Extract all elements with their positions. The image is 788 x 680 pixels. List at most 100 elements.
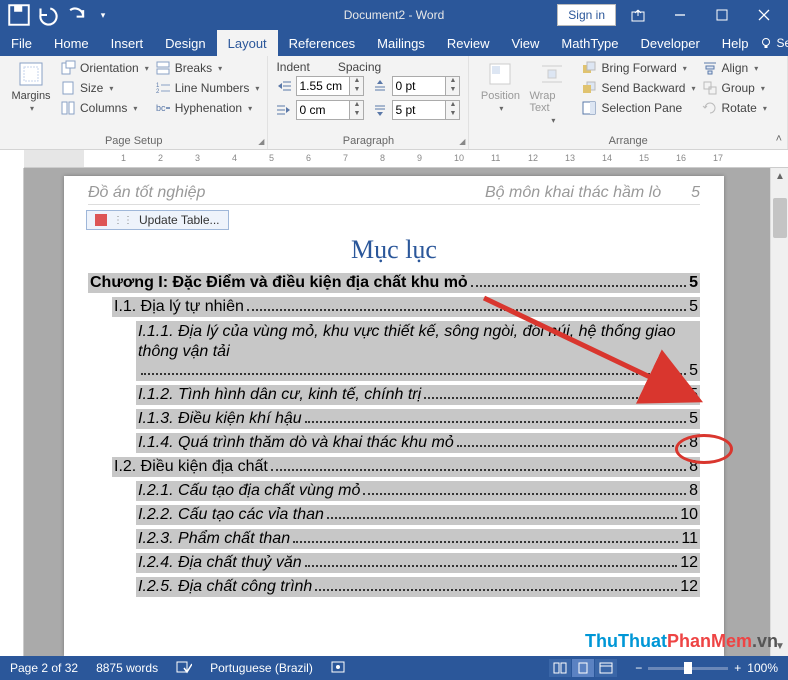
minimize-button[interactable] <box>660 1 700 29</box>
columns-button[interactable]: Columns▾ <box>60 100 149 116</box>
undo-button[interactable] <box>34 2 60 28</box>
redo-button[interactable] <box>62 2 88 28</box>
web-layout-button[interactable] <box>595 659 617 677</box>
spacing-before-icon <box>372 78 388 94</box>
tab-view[interactable]: View <box>500 30 550 56</box>
table-of-contents[interactable]: Chương I: Đặc Điểm và điều kiện địa chất… <box>88 273 700 597</box>
save-button[interactable] <box>6 2 32 28</box>
tab-review[interactable]: Review <box>436 30 501 56</box>
group-label-page-setup: Page Setup <box>8 133 259 147</box>
redo-icon <box>62 2 88 28</box>
spacing-label: Spacing <box>338 60 381 74</box>
tab-developer[interactable]: Developer <box>630 30 711 56</box>
tab-insert[interactable]: Insert <box>100 30 155 56</box>
toc-entry-page: 5 <box>689 274 698 292</box>
tab-mathtype[interactable]: MathType <box>550 30 629 56</box>
orientation-button[interactable]: Orientation▾ <box>60 60 149 76</box>
indent-left-icon <box>276 78 292 94</box>
toc-entry-page: 5 <box>689 410 698 428</box>
header-left: Đồ án tốt nghiệp <box>88 184 205 202</box>
toc-entry[interactable]: Chương I: Đặc Điểm và điều kiện địa chất… <box>88 273 700 293</box>
tab-help[interactable]: Help <box>711 30 760 56</box>
toc-leader <box>315 589 677 591</box>
toc-entry[interactable]: I.1.1. Địa lý của vùng mỏ, khu vực thiết… <box>136 321 700 381</box>
maximize-button[interactable] <box>702 1 742 29</box>
margins-button[interactable]: Margins▾ <box>8 60 54 113</box>
toc-entry-page: 11 <box>681 530 698 548</box>
spacing-before-input[interactable]: ▲▼ <box>392 76 460 96</box>
tab-home[interactable]: Home <box>43 30 100 56</box>
maximize-icon <box>716 9 728 21</box>
tab-references[interactable]: References <box>278 30 366 56</box>
tab-file[interactable]: File <box>0 30 43 56</box>
toc-entry[interactable]: I.2.2. Cấu tạo các vỉa than10 <box>136 505 700 525</box>
size-button[interactable]: Size▾ <box>60 80 149 96</box>
toc-leader <box>247 309 686 311</box>
zoom-level[interactable]: 100% <box>747 661 778 675</box>
toc-entry-text: I.1.3. Điều kiện khí hậu <box>138 410 302 428</box>
status-language[interactable]: Portuguese (Brazil) <box>210 661 313 675</box>
undo-icon <box>34 2 60 28</box>
toc-entry-text: Chương I: Đặc Điểm và điều kiện địa chất… <box>90 274 468 292</box>
quick-access-toolbar: ▾ <box>0 2 116 28</box>
indent-right-icon <box>276 102 292 118</box>
toc-entry[interactable]: I.2.3. Phẩm chất than11 <box>136 529 700 549</box>
ribbon-display-options[interactable] <box>618 1 658 29</box>
toc-entry-page: 8 <box>689 458 698 476</box>
line-numbers-button[interactable]: 12 Line Numbers▾ <box>155 80 260 96</box>
ruler-vertical[interactable] <box>0 168 24 656</box>
bring-forward-button: Bring Forward▾ <box>581 60 695 76</box>
toc-entry[interactable]: I.2.1. Cấu tạo địa chất vùng mỏ8 <box>136 481 700 501</box>
qat-customize[interactable]: ▾ <box>90 2 116 28</box>
zoom-in-button[interactable]: + <box>734 661 741 675</box>
svg-text:2: 2 <box>156 89 160 95</box>
toc-entry[interactable]: I.2. Điều kiện địa chất8 <box>112 457 700 477</box>
wrap-text-button: Wrap Text▾ <box>529 60 575 125</box>
align-button[interactable]: Align▾ <box>702 60 767 76</box>
box-up-icon <box>631 8 645 22</box>
bring-forward-icon <box>581 60 597 76</box>
toc-leader <box>141 373 686 375</box>
toc-entry[interactable]: I.1.4. Quá trình thăm dò và khai thác kh… <box>136 433 700 453</box>
toc-entry[interactable]: I.1.3. Điều kiện khí hậu 5 <box>136 409 700 429</box>
toc-entry[interactable]: I.2.4. Địa chất thuỷ văn12 <box>136 553 700 573</box>
titlebar: ▾ Document2 - Word Sign in <box>0 0 788 30</box>
status-page[interactable]: Page 2 of 32 <box>10 661 78 675</box>
zoom-out-button[interactable]: − <box>635 661 642 675</box>
status-macro-icon[interactable] <box>331 660 345 677</box>
page-setup-launcher[interactable]: ◢ <box>258 137 264 146</box>
read-mode-button[interactable] <box>549 659 571 677</box>
signin-button[interactable]: Sign in <box>557 4 616 26</box>
toc-entry-page: 5 <box>689 362 698 380</box>
group-paragraph: Indent Spacing ▲▼ ▲▼ <box>268 56 469 149</box>
zoom-slider[interactable] <box>648 667 728 670</box>
paragraph-launcher[interactable]: ◢ <box>459 137 465 146</box>
spacing-after-input[interactable]: ▲▼ <box>392 100 460 120</box>
toc-entry[interactable]: I.1.2. Tình hình dân cư, kinh tế, chính … <box>136 385 700 405</box>
breaks-button[interactable]: Breaks▾ <box>155 60 260 76</box>
print-layout-button[interactable] <box>572 659 594 677</box>
page-viewport[interactable]: Đồ án tốt nghiệp Bộ môn khai thác hầm lò… <box>24 168 770 656</box>
update-table-button[interactable]: ⋮⋮ Update Table... <box>86 210 229 230</box>
ruler-horizontal[interactable]: 1234567891011121314151617 <box>24 150 788 168</box>
toc-entry[interactable]: I.2.5. Địa chất công trình12 <box>136 577 700 597</box>
tab-mailings[interactable]: Mailings <box>366 30 436 56</box>
collapse-ribbon-button[interactable]: ˄ <box>776 133 782 145</box>
indent-right-input[interactable]: ▲▼ <box>296 100 364 120</box>
status-words[interactable]: 8875 words <box>96 661 158 675</box>
tab-design[interactable]: Design <box>154 30 216 56</box>
toc-entry[interactable]: I.1. Địa lý tự nhiên5 <box>112 297 700 317</box>
status-spellcheck-icon[interactable] <box>176 660 192 677</box>
hyphenation-button[interactable]: bc Hyphenation▾ <box>155 100 260 116</box>
scroll-up-button[interactable]: ▲ <box>771 168 788 186</box>
vertical-scrollbar[interactable]: ▲ ▼ <box>770 168 788 656</box>
save-icon <box>6 2 32 28</box>
selection-pane-button[interactable]: Selection Pane <box>581 100 695 116</box>
scroll-thumb[interactable] <box>773 198 787 238</box>
toc-entry-page: 12 <box>680 554 698 572</box>
indent-left-input[interactable]: ▲▼ <box>296 76 364 96</box>
tab-layout[interactable]: Layout <box>217 30 278 56</box>
zoom-control[interactable]: − + 100% <box>635 661 778 675</box>
tell-me-search[interactable]: Search <box>760 36 788 50</box>
close-button[interactable] <box>744 1 784 29</box>
